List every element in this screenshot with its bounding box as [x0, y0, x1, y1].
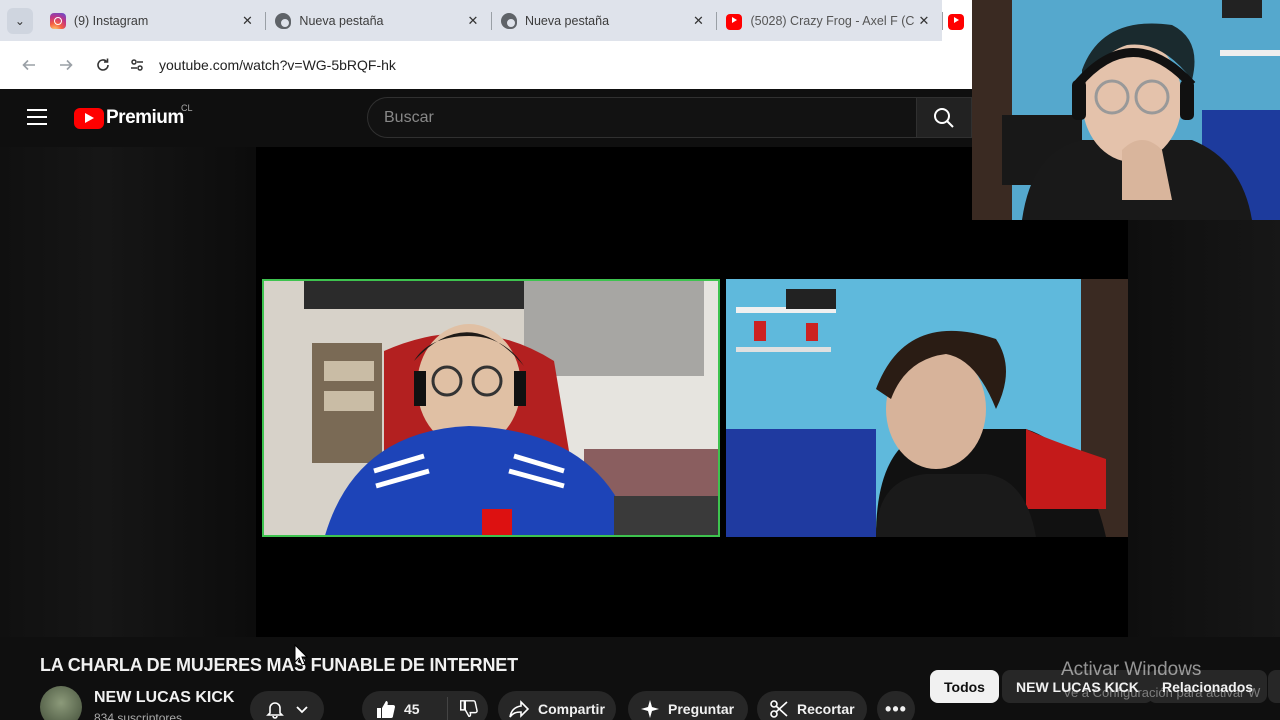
- forward-arrow-icon: [59, 59, 73, 71]
- browser-tab[interactable]: Nueva pestaña ✕: [265, 0, 491, 41]
- clip-label: Recortar: [797, 701, 855, 717]
- chip-overflow[interactable]: [1268, 670, 1280, 703]
- share-label: Compartir: [538, 701, 605, 717]
- dislike-button[interactable]: [448, 699, 488, 719]
- chip-todos[interactable]: Todos: [930, 670, 999, 703]
- clip-button[interactable]: Recortar: [757, 691, 867, 720]
- browser-tab-active[interactable]: [941, 0, 972, 41]
- chevron-down-icon: ⌄: [6, 7, 33, 34]
- tab-label: (5028) Crazy Frog - Axel F (C: [750, 13, 915, 28]
- chevron-down-icon: [296, 706, 308, 714]
- tab-label: Nueva pestaña: [299, 13, 384, 28]
- activation-watermark-subtitle: Ve a Configuración para activar W: [1063, 685, 1261, 700]
- streamer-webcam: [972, 0, 1280, 220]
- logo-text: Premium: [106, 107, 184, 128]
- player-right-area: [1128, 219, 1280, 637]
- tune-icon: [131, 59, 143, 71]
- ask-label: Preguntar: [668, 701, 735, 717]
- participant-right-scene: [726, 279, 1128, 537]
- back-arrow-icon: [21, 59, 35, 71]
- chrome-icon: [500, 12, 517, 29]
- tab-search-button[interactable]: ⌄: [0, 0, 40, 41]
- ask-button[interactable]: Preguntar: [628, 691, 748, 720]
- reload-icon: [96, 58, 109, 71]
- url-text[interactable]: youtube.com/watch?v=WG-5bRQF-hk: [159, 57, 396, 73]
- close-icon[interactable]: ✕: [239, 13, 255, 29]
- youtube-logo[interactable]: Premium: [74, 107, 184, 129]
- browser-tab[interactable]: Nueva pestaña ✕: [490, 0, 717, 41]
- youtube-icon: [726, 13, 743, 30]
- notifications-button[interactable]: [250, 691, 324, 720]
- close-icon[interactable]: ✕: [465, 13, 481, 29]
- instagram-icon: [49, 12, 66, 29]
- reload-button[interactable]: [84, 49, 121, 81]
- sparkle-icon: [641, 700, 659, 718]
- country-code: CL: [181, 103, 193, 113]
- close-icon[interactable]: ✕: [690, 13, 706, 29]
- back-button[interactable]: [10, 49, 47, 81]
- participant-left-scene: [264, 281, 718, 535]
- scissors-icon: [770, 700, 788, 718]
- subscriber-count: 834 suscriptores: [94, 711, 183, 720]
- more-icon: •••: [885, 698, 907, 719]
- tab-strip: ⌄ (9) Instagram ✕ Nueva pestaña ✕ Nueva …: [0, 0, 972, 41]
- activation-watermark-title: Activar Windows: [1061, 659, 1202, 680]
- mouse-cursor-icon: [294, 644, 308, 666]
- thumbs-down-icon: [460, 700, 478, 718]
- browser-tab[interactable]: (9) Instagram ✕: [40, 0, 266, 41]
- avatar[interactable]: [40, 686, 82, 720]
- player-left-area: [0, 147, 256, 637]
- channel-info: NEW LUCAS KICK 834 suscriptores: [94, 686, 234, 720]
- video-participant-right: [726, 279, 1128, 537]
- channel-owner: NEW LUCAS KICK 834 suscriptores: [40, 686, 234, 720]
- site-info-button[interactable]: [123, 51, 151, 79]
- youtube-icon: [947, 13, 964, 30]
- youtube-play-icon: [74, 107, 104, 129]
- tab-label: Nueva pestaña: [524, 13, 610, 28]
- youtube-header: Premium CL Buscar: [0, 89, 972, 147]
- address-bar-row: youtube.com/watch?v=WG-5bRQF-hk: [0, 41, 972, 89]
- share-button[interactable]: Compartir: [498, 691, 616, 720]
- like-count: 45: [404, 701, 420, 717]
- video-title: LA CHARLA DE MUJERES MAS FUNABLE DE INTE…: [40, 655, 518, 675]
- bell-icon: [266, 702, 284, 719]
- search-input[interactable]: Buscar: [367, 97, 916, 138]
- screen: ⌄ (9) Instagram ✕ Nueva pestaña ✕ Nueva …: [0, 0, 1280, 720]
- channel-name[interactable]: NEW LUCAS KICK: [94, 689, 234, 707]
- like-button[interactable]: 45: [362, 697, 448, 720]
- browser-tab[interactable]: (5028) Crazy Frog - Axel F (C ✕: [716, 0, 942, 41]
- like-dislike-group: 45: [362, 691, 488, 720]
- thumbs-up-icon: [377, 701, 395, 718]
- more-actions-button[interactable]: •••: [877, 691, 915, 720]
- streamer-scene: [972, 0, 1280, 220]
- search-button[interactable]: [916, 97, 972, 138]
- video-participant-left: [262, 279, 720, 537]
- menu-icon[interactable]: [27, 109, 47, 125]
- search-icon: [934, 107, 954, 128]
- chrome-icon: [275, 12, 292, 29]
- tab-label: (9) Instagram: [73, 13, 149, 28]
- forward-button[interactable]: [47, 49, 84, 81]
- share-icon: [509, 700, 530, 718]
- close-icon[interactable]: ✕: [916, 13, 932, 29]
